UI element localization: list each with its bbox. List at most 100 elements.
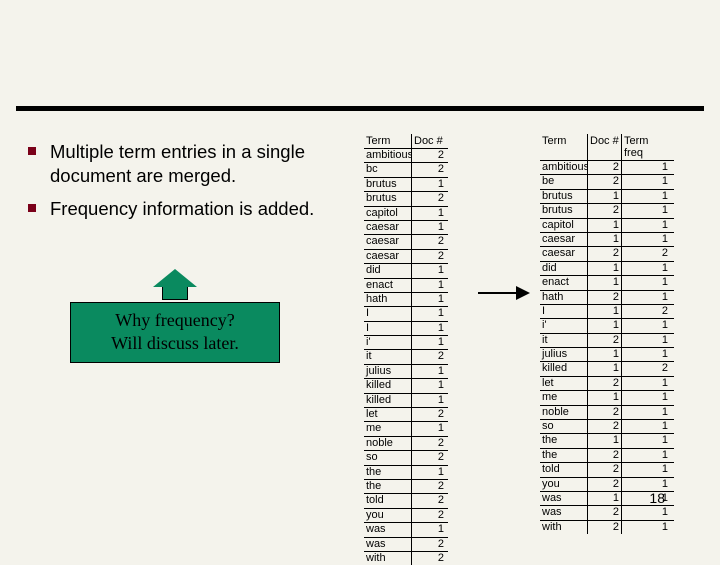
cell-term: I (540, 305, 588, 318)
cell-term: was (540, 492, 588, 505)
cell-doc: 1 (588, 319, 622, 332)
cell-term: brutus (540, 190, 588, 203)
table-row: the11 (540, 433, 674, 447)
cell-term: me (540, 391, 588, 404)
cell-doc: 2 (588, 161, 622, 174)
table-row: i'11 (540, 318, 674, 332)
cell-term: the (364, 480, 412, 493)
cell-term: caesar (364, 250, 412, 263)
cell-doc: 1 (412, 379, 446, 392)
table-row: be21 (540, 174, 674, 188)
cell-term: killed (364, 394, 412, 407)
table-row: let2 (364, 407, 448, 421)
title-divider (16, 106, 704, 111)
cell-freq: 1 (622, 463, 670, 476)
table-row: julius11 (540, 347, 674, 361)
table-row: did1 (364, 263, 448, 277)
cell-freq: 1 (622, 161, 670, 174)
cell-doc: 1 (412, 264, 446, 277)
table-row: so2 (364, 450, 448, 464)
table-row: noble2 (364, 436, 448, 450)
cell-doc: 1 (412, 466, 446, 479)
cell-term: caesar (364, 221, 412, 234)
table-row: it2 (364, 349, 448, 363)
cell-freq: 1 (622, 478, 670, 491)
cell-doc: 2 (412, 192, 446, 205)
term-doc-table: Term Doc # ambitious2bc2brutus1brutus2ca… (364, 134, 448, 565)
table-row: i'1 (364, 335, 448, 349)
cell-term: let (540, 377, 588, 390)
cell-term: caesar (364, 235, 412, 248)
cell-doc: 1 (412, 178, 446, 191)
cell-term: i' (364, 336, 412, 349)
cell-term: noble (540, 406, 588, 419)
cell-term: i' (540, 319, 588, 332)
cell-term: you (540, 478, 588, 491)
cell-doc: 2 (412, 494, 446, 507)
cell-doc: 2 (412, 437, 446, 450)
table-row: caesar22 (540, 246, 674, 260)
cell-doc: 1 (412, 365, 446, 378)
table-row: ambitious21 (540, 160, 674, 174)
bullet-item: Frequency information is added. (28, 197, 358, 221)
table-row: killed12 (540, 361, 674, 375)
table-row: told21 (540, 462, 674, 476)
cell-doc: 2 (588, 506, 622, 519)
cell-term: noble (364, 437, 412, 450)
table-row: enact11 (540, 275, 674, 289)
right-arrow-icon (478, 286, 530, 300)
table-row: let21 (540, 376, 674, 390)
table-row: caesar11 (540, 232, 674, 246)
table-row: me11 (540, 390, 674, 404)
cell-freq: 1 (622, 219, 670, 232)
cell-doc: 1 (588, 190, 622, 203)
cell-doc: 1 (588, 276, 622, 289)
cell-freq: 2 (622, 305, 670, 318)
table-row: I1 (364, 321, 448, 335)
cell-term: ambitious (364, 149, 412, 162)
cell-doc: 1 (588, 362, 622, 375)
table-row: was2 (364, 537, 448, 551)
cell-term: told (540, 463, 588, 476)
cell-term: capitol (540, 219, 588, 232)
cell-freq: 2 (622, 362, 670, 375)
cell-term: killed (364, 379, 412, 392)
cell-freq: 1 (622, 291, 670, 304)
cell-term: with (364, 552, 412, 565)
table-row: me1 (364, 421, 448, 435)
table-row: with21 (540, 520, 674, 534)
cell-doc: 2 (412, 480, 446, 493)
cell-term: the (540, 449, 588, 462)
cell-freq: 1 (622, 319, 670, 332)
table-row: I12 (540, 304, 674, 318)
cell-doc: 2 (412, 408, 446, 421)
table-row: caesar2 (364, 249, 448, 263)
table-row: ambitious2 (364, 148, 448, 162)
cell-term: killed (540, 362, 588, 375)
cell-freq: 1 (622, 348, 670, 361)
cell-term: told (364, 494, 412, 507)
cell-term: you (364, 509, 412, 522)
table-row: hath21 (540, 290, 674, 304)
cell-freq: 1 (622, 262, 670, 275)
table-row: hath1 (364, 292, 448, 306)
table-row: caesar1 (364, 220, 448, 234)
cell-freq: 1 (622, 377, 670, 390)
table-row: julius1 (364, 364, 448, 378)
cell-doc: 1 (412, 523, 446, 536)
cell-term: hath (364, 293, 412, 306)
table-header: Term Doc # Term freq (540, 134, 674, 160)
table-row: capitol11 (540, 218, 674, 232)
cell-term: capitol (364, 207, 412, 220)
table-row: brutus2 (364, 191, 448, 205)
table-row: killed1 (364, 378, 448, 392)
cell-freq: 1 (622, 175, 670, 188)
cell-doc: 1 (588, 348, 622, 361)
cell-doc: 1 (588, 305, 622, 318)
cell-term: was (364, 523, 412, 536)
table-row: you21 (540, 477, 674, 491)
cell-doc: 2 (412, 235, 446, 248)
cell-freq: 1 (622, 190, 670, 203)
cell-freq: 1 (622, 391, 670, 404)
cell-freq: 1 (622, 276, 670, 289)
